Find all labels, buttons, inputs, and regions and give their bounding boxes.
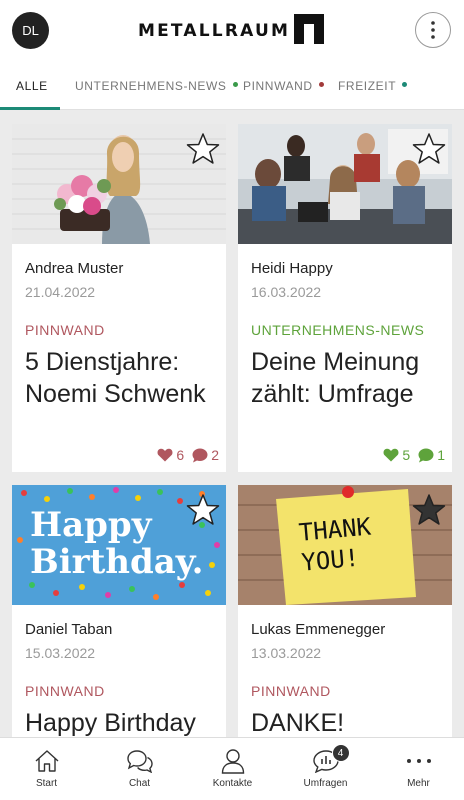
card-category: PINNWAND: [25, 322, 105, 338]
notification-badge: 4: [331, 744, 350, 762]
comment-count[interactable]: 2: [192, 447, 219, 463]
card-title: Deine Meinung zählt: Umfrage: [251, 348, 420, 408]
more-options-button[interactable]: [415, 12, 451, 48]
brand-logo: METALLRAUM: [138, 14, 324, 44]
user-avatar[interactable]: DL: [12, 12, 49, 49]
favorite-star-icon[interactable]: [186, 493, 220, 527]
bottom-navigation: Start Chat Kontakte 4 Umfragen Mehr: [0, 737, 464, 800]
nav-kontakte[interactable]: Kontakte: [186, 738, 279, 800]
tab-dot-indicator: [232, 82, 238, 87]
comment-bubble-icon: [192, 448, 208, 462]
tab-dot-indicator: [318, 82, 324, 87]
more-dots-icon: [406, 759, 431, 763]
favorite-star-icon[interactable]: [186, 132, 220, 166]
card-title: DANKE!: [251, 709, 345, 737]
card-date: 21.04.2022: [25, 284, 96, 300]
feed-card[interactable]: Andrea Muster 21.04.2022 PINNWAND 5 Dien…: [12, 124, 226, 472]
feed-card[interactable]: Heidi Happy 16.03.2022 UNTERNEHMENS-NEWS…: [238, 124, 452, 472]
vertical-dots-icon: [431, 21, 435, 39]
brand-name: METALLRAUM: [138, 21, 291, 41]
heart-icon: [157, 448, 173, 462]
brand-mark-icon: [294, 14, 324, 44]
card-stats: 6 2: [149, 447, 219, 463]
tab-pinnwand[interactable]: PINNWAND: [243, 62, 324, 110]
category-tabs: ALLE UNTERNEHMENS-NEWS PINNWAND FREIZEIT: [0, 62, 464, 110]
comment-bubble-icon: [418, 448, 434, 462]
chat-icon: [126, 750, 153, 773]
card-title: 5 Dienstjahre: Noemi Schwenk: [25, 348, 206, 408]
card-title: Happy Birthday: [25, 709, 196, 737]
card-date: 13.03.2022: [251, 645, 322, 661]
like-count[interactable]: 5: [383, 447, 410, 463]
favorite-star-icon[interactable]: [412, 132, 446, 166]
birthday-image-text: Happy Birthday.: [30, 505, 204, 582]
tab-freizeit[interactable]: FREIZEIT: [338, 62, 408, 110]
app-header: DL METALLRAUM: [0, 0, 464, 62]
feed-card[interactable]: Happy Birthday. Daniel Taban 15.03.2022 …: [12, 485, 226, 737]
card-author: Heidi Happy: [251, 260, 333, 277]
home-icon: [35, 750, 58, 772]
like-count[interactable]: 6: [157, 447, 184, 463]
heart-icon: [383, 448, 399, 462]
card-author: Andrea Muster: [25, 260, 124, 277]
card-author: Lukas Emmenegger: [251, 621, 386, 638]
card-stats: 5 1: [375, 447, 445, 463]
nav-chat[interactable]: Chat: [93, 738, 186, 800]
card-date: 16.03.2022: [251, 284, 322, 300]
tab-alle[interactable]: ALLE: [16, 62, 48, 110]
tab-dot-indicator: [402, 82, 408, 87]
nav-start[interactable]: Start: [0, 738, 93, 800]
favorite-star-icon[interactable]: [412, 493, 446, 527]
card-date: 15.03.2022: [25, 645, 96, 661]
thank-you-image-text: THANK YOU!: [297, 512, 373, 577]
card-category: PINNWAND: [251, 683, 331, 699]
tab-unternehmens-news[interactable]: UNTERNEHMENS-NEWS: [75, 62, 238, 110]
nav-mehr[interactable]: Mehr: [372, 738, 464, 800]
card-category: UNTERNEHMENS-NEWS: [251, 322, 425, 338]
feed-card[interactable]: THANK YOU! Lukas Emmenegger 13.03.2022 P…: [238, 485, 452, 737]
active-tab-indicator: [0, 107, 60, 110]
comment-count[interactable]: 1: [418, 447, 445, 463]
nav-umfragen[interactable]: 4 Umfragen: [279, 738, 372, 800]
card-category: PINNWAND: [25, 683, 105, 699]
person-icon: [221, 749, 244, 774]
card-author: Daniel Taban: [25, 621, 113, 638]
